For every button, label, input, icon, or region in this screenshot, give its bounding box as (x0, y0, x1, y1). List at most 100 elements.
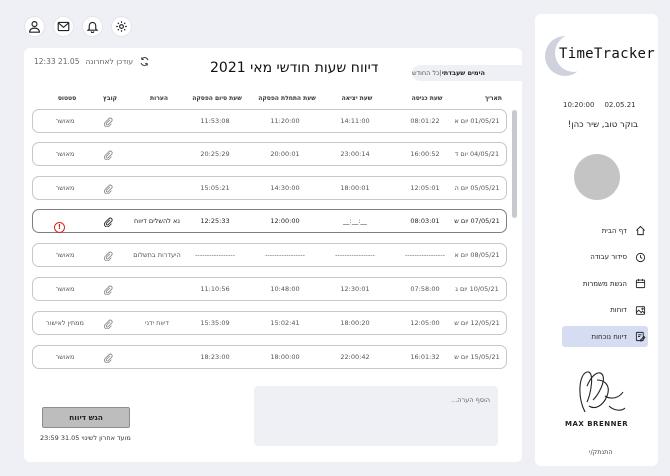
cell-break-end: ----------------- (195, 251, 235, 259)
cell-break-start: 18:00:00 (270, 353, 300, 361)
table-row[interactable]: 05/05/21 יום ה 12:05:01 18:00:01 14:30:00 15… (32, 176, 507, 200)
mail-icon[interactable] (53, 16, 74, 37)
note-input[interactable]: הוסף הערה... (254, 386, 498, 446)
table-row[interactable]: 01/05/21 יום א 08:01:22 14:11:00 11:20:00 11… (32, 109, 507, 133)
table-header: תאריך שעת כניסה שעת יציאה שעת התחלת הפסק… (32, 95, 508, 105)
last-updated-label: עודכן לאחרונה (85, 57, 134, 66)
sidebar-item-label: הגשת משמרות (582, 279, 627, 288)
cell-out: ----------------- (335, 251, 375, 259)
signature-name: MAX BRENNER (565, 420, 629, 428)
cell-date: 10/05/21 יום ג (455, 285, 499, 293)
attachment-icon[interactable] (102, 353, 114, 365)
attachment-icon[interactable] (102, 150, 114, 162)
cell-date: 08/05/21 יום א (454, 251, 500, 259)
table-row[interactable]: 08/05/21 יום א ----------------- ---------… (32, 243, 507, 267)
sidebar-item-shifts[interactable]: הגשת משמרות (535, 273, 658, 294)
cell-notes: היעדרות בתשלום (133, 251, 181, 259)
sidebar-item-schedule[interactable]: סידור עבודה (535, 247, 658, 268)
attachment-icon[interactable] (102, 184, 114, 196)
col-out: שעת יציאה (341, 95, 373, 102)
view-whole-month[interactable]: כל החודש (412, 69, 440, 77)
cell-date: 04/05/21 יום ד (454, 150, 500, 158)
cell-date: 12/05/21 יום ש (454, 319, 500, 327)
cell-status: מאושר (55, 353, 75, 361)
page-title: דיווח שעות חודשי מאי 2021 (210, 60, 379, 76)
cell-break-start: 10:48:00 (270, 285, 300, 293)
table-row[interactable]: 07/05/21 יום ש 08:03:01 __:__:__ 12:00:00 12… (32, 209, 507, 233)
sidebar-item-reports[interactable]: דוחות (535, 300, 658, 321)
table-row[interactable]: 15/05/21 יום ש 16:01:32 22:00:42 18:00:00 18… (32, 345, 507, 369)
bell-icon[interactable] (82, 16, 103, 37)
exclamation-icon[interactable]: ! (54, 222, 65, 233)
col-in: שעת כניסה (411, 95, 443, 102)
col-notes: הערות (150, 95, 168, 102)
sidebar-item-label: דוחות (610, 306, 627, 314)
cell-out: 14:11:00 (340, 117, 370, 125)
cell-out: __:__:__ (343, 217, 367, 225)
attachment-icon[interactable] (102, 217, 114, 229)
col-file: קובץ (102, 95, 118, 102)
refresh-icon[interactable] (139, 56, 150, 67)
sidebar-item-label: סידור עבודה (590, 253, 627, 261)
cell-break-end: 11:53:08 (200, 117, 230, 125)
cell-break-end: 12:25:33 (200, 217, 230, 225)
cell-in: 12:05:01 (410, 184, 440, 192)
deadline-text: מועד אחרון לשינוי 31.05 23:59 (40, 434, 131, 442)
cell-out: 22:00:42 (340, 353, 370, 361)
edit-icon (635, 331, 646, 342)
cell-date: 15/05/21 יום ש (454, 353, 500, 361)
cell-break-end: 18:23:00 (200, 353, 230, 361)
logo-text: TimeTracker (559, 46, 656, 62)
avatar[interactable] (574, 154, 620, 200)
home-icon (636, 225, 645, 236)
sidebar-item-attendance[interactable]: דיווח נוכחות (562, 326, 648, 347)
clock-icon (635, 252, 646, 262)
report-panel: 12:33 21.05 עודכן לאחרונה דיווח שעות חוד… (24, 48, 522, 462)
col-break-end: שעת סיום הפסקה (192, 95, 242, 102)
sidebar-nav: דף הבית סידור עבודה הגשת משמרות דוחות די… (535, 220, 658, 353)
col-break-start: שעת התחלת הפסקה (258, 95, 316, 102)
table-row[interactable]: 10/05/21 יום ג 07:58:00 12:30:01 10:48:00 11… (32, 277, 507, 301)
view-worked-days[interactable]: הימים שעבדתי (442, 69, 485, 77)
cell-notes: נא להשלים דיווח (134, 217, 180, 225)
last-updated-value: 12:33 21.05 (34, 57, 80, 66)
signature-mark (579, 371, 626, 413)
cell-break-end: 15:05:21 (200, 184, 230, 192)
greeting: בוקר טוב, שיר כהן! (567, 120, 638, 130)
logout-link[interactable]: התנתק/י (589, 448, 613, 456)
cell-break-start: 14:30:00 (270, 184, 300, 192)
cell-in: 16:01:32 (410, 353, 440, 361)
sidebar-item-label: דיווח נוכחות (591, 332, 628, 341)
cell-date: 05/05/21 יום ה (454, 184, 500, 192)
gear-icon[interactable] (111, 16, 132, 37)
cell-in: ----------------- (405, 251, 445, 259)
cell-break-end: 11:10:56 (200, 285, 230, 293)
sidebar-item-home[interactable]: דף הבית (535, 220, 658, 241)
cell-status: מאושר (55, 150, 75, 158)
app-logo: TimeTracker (545, 34, 655, 76)
cell-date: 01/05/21 יום א (454, 117, 500, 125)
last-updated: 12:33 21.05 עודכן לאחרונה (34, 56, 150, 67)
cell-out: 18:00:20 (340, 319, 370, 327)
attachment-icon[interactable] (102, 285, 114, 297)
calendar-icon (635, 279, 646, 289)
table-row[interactable]: 12/05/21 יום ש 12:05:00 18:00:20 15:02:41 15… (32, 311, 507, 335)
table-scrollbar[interactable] (512, 110, 517, 372)
col-date: תאריך (484, 95, 502, 102)
cell-in: 08:01:22 (410, 117, 440, 125)
cell-out: 23:00:14 (340, 150, 370, 158)
cell-break-start: 20:00:01 (270, 150, 300, 158)
cell-in: 08:03:01 (410, 217, 440, 225)
user-icon[interactable] (24, 16, 45, 37)
cell-in: 07:58:00 (410, 285, 440, 293)
view-filter[interactable]: הימים שעבדתי | כל החודש (412, 65, 522, 81)
submit-report-button[interactable]: הגש דיווח (42, 407, 130, 428)
scroll-thumb[interactable] (512, 110, 517, 218)
table-row[interactable]: 04/05/21 יום ד 16:00:52 23:00:14 20:00:01 20… (32, 142, 507, 166)
cell-out: 18:00:01 (340, 184, 370, 192)
attachment-icon[interactable] (102, 117, 114, 129)
cell-status: ממתין לאישור (46, 319, 84, 327)
attachment-icon[interactable] (102, 251, 114, 263)
current-date: 02.05.21 (604, 101, 636, 109)
attachment-icon[interactable] (102, 319, 114, 331)
